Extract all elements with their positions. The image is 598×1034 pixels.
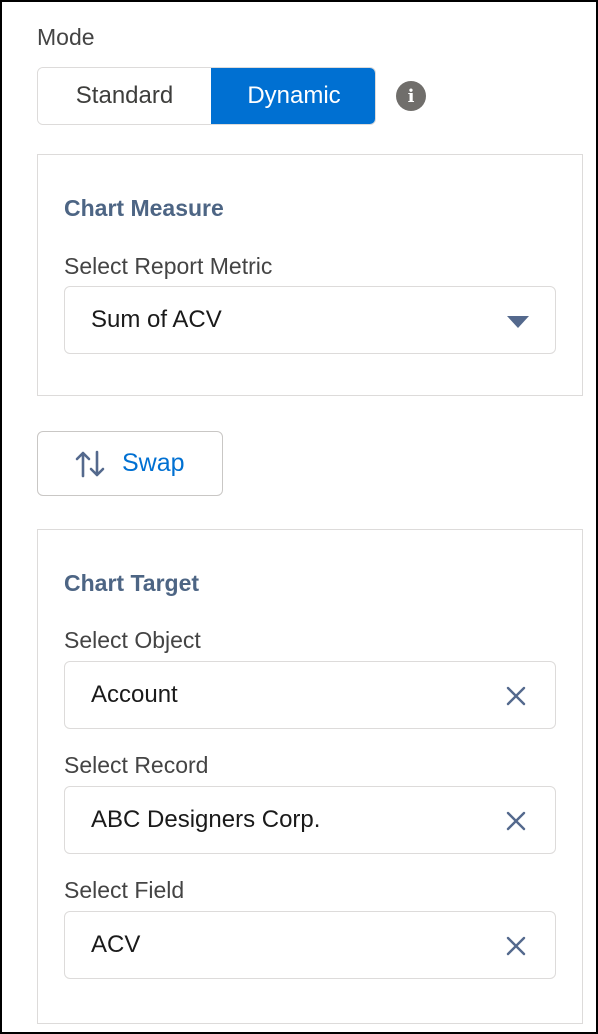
report-metric-label: Select Report Metric [64,253,273,279]
report-metric-value: Sum of ACV [91,306,222,333]
mode-label: Mode [37,24,95,50]
select-object-value: Account [91,681,178,708]
swap-arrows-icon [75,450,105,477]
select-field-label: Select Field [64,877,185,903]
select-field-field[interactable]: ACV [64,911,556,979]
select-record-label: Select Record [64,752,209,778]
mode-standard-button[interactable]: Standard [38,68,211,124]
info-icon[interactable]: i [396,81,426,111]
chart-measure-title: Chart Measure [64,195,224,221]
chart-measure-card: Chart Measure Select Report Metric Sum o… [37,154,583,396]
chart-target-card: Chart Target Select Object Account Selec… [37,529,583,1024]
swap-label: Swap [122,449,185,477]
select-field-value: ACV [91,931,141,958]
mode-toggle: Standard Dynamic [37,67,376,125]
close-icon[interactable] [505,935,527,957]
mode-dynamic-button[interactable]: Dynamic [211,68,375,124]
select-object-field[interactable]: Account [64,661,556,729]
select-record-value: ABC Designers Corp. [91,806,321,833]
chevron-down-icon [507,316,529,328]
close-icon[interactable] [505,810,527,832]
close-icon[interactable] [505,685,527,707]
report-metric-select[interactable]: Sum of ACV [64,286,556,354]
select-object-label: Select Object [64,627,201,653]
select-record-field[interactable]: ABC Designers Corp. [64,786,556,854]
properties-panel: Mode Standard Dynamic i Chart Measure Se… [0,0,598,1034]
swap-button[interactable]: Swap [37,431,223,496]
chart-target-title: Chart Target [64,570,200,596]
